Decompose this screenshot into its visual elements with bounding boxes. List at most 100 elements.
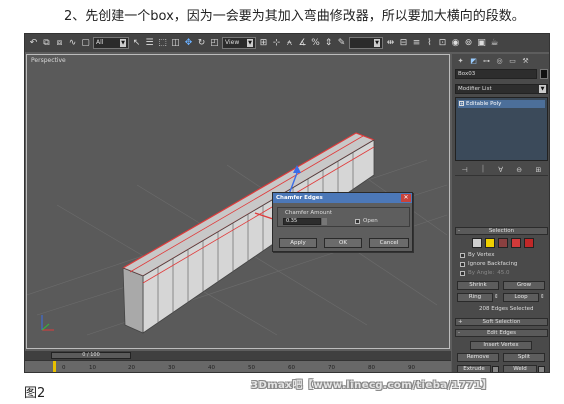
percent-snap-icon[interactable]: % (310, 38, 321, 49)
material-editor-icon[interactable]: ◉ (450, 38, 461, 49)
weld-settings-icon[interactable] (538, 366, 545, 372)
pivot-center-icon[interactable]: ⊞ (258, 38, 269, 49)
remove-button[interactable]: Remove (457, 353, 499, 362)
schematic-view-icon[interactable]: ⊡ (437, 38, 448, 49)
soft-selection-rollout-header[interactable]: + Soft Selection (455, 318, 548, 326)
named-selection-dropdown[interactable]: ▼ (349, 37, 383, 49)
remove-modifier-icon[interactable]: ⊖ (516, 166, 522, 174)
tick-label: 60 (288, 365, 295, 371)
bind-spacewarp-icon[interactable]: ∿ (67, 38, 78, 49)
unlink-icon[interactable]: ⧈ (54, 38, 65, 49)
edit-edges-rollout-header[interactable]: - Edit Edges (455, 329, 548, 337)
time-slider[interactable]: 0 / 100 (51, 352, 131, 359)
open-checkbox[interactable] (355, 219, 360, 224)
insert-vertex-button[interactable]: Insert Vertex (470, 341, 532, 350)
modify-tab-icon[interactable]: ◩ (468, 57, 479, 66)
border-icon[interactable] (498, 238, 508, 248)
by-angle-checkbox[interactable]: By Angle: 45.0 (460, 270, 510, 276)
command-panel: ✦ ◩ ⊶ ◎ ▭ ⚒ Box03 Modifier List ▼ + Edit… (452, 54, 549, 372)
create-tab-icon[interactable]: ✦ (455, 57, 466, 66)
vertex-icon[interactable] (472, 238, 482, 248)
ring-button[interactable]: Ring (457, 293, 493, 302)
render-setup-icon[interactable]: ⊚ (463, 38, 474, 49)
ref-coord-value: View (225, 39, 240, 46)
scale-icon[interactable]: ◰ (209, 38, 220, 49)
polygon-icon[interactable] (511, 238, 521, 248)
named-selection-icon[interactable]: ✎ (336, 38, 347, 49)
ignore-backfacing-checkbox[interactable]: Ignore Backfacing (460, 261, 517, 267)
spinner-snap-icon[interactable]: ⇕ (323, 38, 334, 49)
edge-icon[interactable] (485, 238, 495, 248)
shrink-button[interactable]: Shrink (457, 281, 499, 290)
selection-rollout-header[interactable]: - Selection (455, 227, 548, 235)
loop-spinner-icon[interactable]: ⇕ (540, 294, 545, 300)
weld-button[interactable]: Weld (503, 365, 537, 372)
pin-stack-icon[interactable]: ⊣ (462, 166, 468, 174)
rotate-icon[interactable]: ↻ (196, 38, 207, 49)
by-vertex-label: By Vertex (468, 252, 495, 258)
selection-filter-dropdown[interactable]: All ▼ (93, 37, 129, 49)
tick-label: 90 (408, 365, 415, 371)
render-frame-icon[interactable]: ▣ (476, 38, 487, 49)
stack-item-editable-poly[interactable]: + Editable Poly (458, 100, 545, 108)
extrude-settings-icon[interactable] (492, 366, 499, 372)
chamfer-amount-input[interactable]: 0.35 (283, 218, 321, 225)
curve-editor-icon[interactable]: ⌇ (424, 38, 435, 49)
soft-selection-title: Soft Selection (482, 319, 521, 325)
select-object-icon[interactable]: ↖ (131, 38, 142, 49)
selection-filter-value: All (96, 39, 104, 46)
hierarchy-tab-icon[interactable]: ⊶ (481, 57, 492, 66)
tick-label: 50 (248, 365, 255, 371)
window-crossing-icon[interactable]: ◫ (170, 38, 181, 49)
spinner-icon[interactable] (322, 218, 327, 225)
box-end-face (122, 267, 144, 334)
tick-label: 70 (328, 365, 335, 371)
select-manipulate-icon[interactable]: ⊹ (271, 38, 282, 49)
layer-manager-icon[interactable]: ≡ (411, 38, 422, 49)
split-button[interactable]: Split (503, 353, 545, 362)
tick-label: 80 (368, 365, 375, 371)
stack-tools: ⊣ ⏐ ∀ ⊖ ⊞ (455, 164, 548, 176)
cancel-button[interactable]: Cancel (369, 238, 409, 248)
loop-button[interactable]: Loop (503, 293, 539, 302)
tick-label: 30 (168, 365, 175, 371)
display-tab-icon[interactable]: ▭ (507, 57, 518, 66)
make-unique-icon[interactable]: ∀ (498, 166, 503, 174)
ring-spinner-icon[interactable]: ⇕ (494, 294, 499, 300)
time-slider-track: 0 / 100 (25, 351, 451, 360)
mirror-icon[interactable]: ⇹ (385, 38, 396, 49)
motion-tab-icon[interactable]: ◎ (494, 57, 505, 66)
angle-snap-icon[interactable]: ∡ (297, 38, 308, 49)
track-bar[interactable]: 0 10 20 30 40 50 60 70 80 90 (25, 360, 451, 372)
align-icon[interactable]: ⊟ (398, 38, 409, 49)
selection-status: 208 Edges Selected (479, 306, 534, 312)
object-color-swatch[interactable] (540, 69, 548, 79)
by-angle-value: 45.0 (497, 270, 510, 276)
close-icon[interactable]: ✕ (401, 194, 411, 202)
select-by-name-icon[interactable]: ☰ (144, 38, 155, 49)
configure-sets-icon[interactable]: ⊞ (535, 166, 541, 174)
move-icon[interactable]: ✥ (183, 38, 194, 49)
show-end-result-icon[interactable]: ⏐ (481, 165, 485, 174)
ok-button[interactable]: OK (324, 238, 362, 248)
extrude-button[interactable]: Extrude (457, 365, 491, 372)
open-label: Open (363, 218, 378, 224)
tick-label: 10 (89, 365, 96, 371)
quick-render-icon[interactable]: ☕ (489, 38, 500, 49)
expand-icon[interactable]: + (459, 101, 464, 106)
grow-button[interactable]: Grow (503, 281, 545, 290)
modifier-list-dropdown[interactable]: Modifier List ▼ (455, 84, 548, 94)
undo-icon[interactable]: ↶ (28, 38, 39, 49)
object-name-field[interactable]: Box03 (455, 69, 537, 79)
apply-button[interactable]: Apply (279, 238, 317, 248)
dialog-title: Chamfer Edges (273, 193, 412, 203)
chamfer-edges-dialog: Chamfer Edges ✕ Chamfer Amount 0.35 Open… (272, 192, 413, 252)
select-link-icon[interactable]: ⧉ (41, 38, 52, 49)
rect-selection-icon[interactable]: ⬚ (157, 38, 168, 49)
snap-toggle-icon[interactable]: ⍲ (284, 38, 295, 49)
selection-rollout-title: Selection (488, 228, 515, 234)
utilities-tab-icon[interactable]: ⚒ (520, 57, 531, 66)
ref-coord-dropdown[interactable]: View ▼ (222, 37, 256, 49)
element-icon[interactable] (524, 238, 534, 248)
by-vertex-checkbox[interactable]: By Vertex (460, 252, 494, 258)
